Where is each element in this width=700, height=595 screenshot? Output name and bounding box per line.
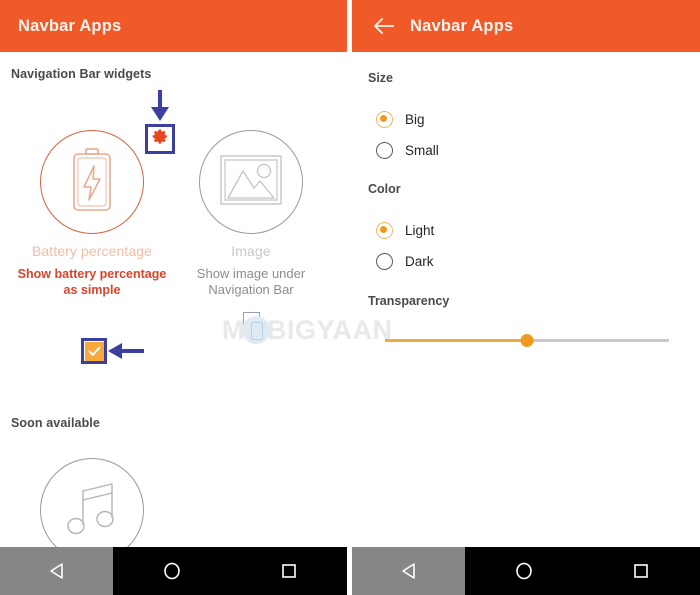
widget-image[interactable]: Image Show image under Navigation Bar [171, 130, 331, 329]
home-nav-button[interactable] [494, 547, 554, 595]
radio-option-big[interactable]: Big [376, 108, 425, 130]
radio-dark-indicator[interactable] [376, 252, 393, 270]
setting-label-transparency: Transparency [368, 294, 450, 308]
section-navigation-bar-widgets: Navigation Bar widgets [11, 67, 152, 81]
transparency-slider[interactable] [385, 333, 669, 347]
setting-label-size: Size [368, 71, 394, 85]
arrow-down-annotation [148, 90, 172, 122]
radio-option-light[interactable]: Light [376, 219, 434, 241]
slider-thumb[interactable] [520, 334, 534, 347]
gear-icon[interactable] [152, 128, 169, 150]
left-phone-panel: Navbar Apps Navigation Bar widgets Batte… [0, 0, 347, 595]
right-system-navbar [352, 547, 700, 595]
left-app-title: Navbar Apps [18, 16, 122, 35]
radio-small-indicator[interactable] [376, 141, 393, 159]
back-arrow-icon[interactable] [372, 14, 396, 38]
section-soon-available: Soon available [11, 416, 100, 430]
home-nav-button[interactable] [142, 547, 202, 595]
image-widget-name: Image [231, 243, 271, 259]
left-system-navbar [0, 547, 347, 595]
right-app-bar: Navbar Apps [352, 0, 700, 52]
radio-dark-label: Dark [405, 253, 434, 269]
radio-light-label: Light [405, 222, 435, 238]
radio-light-indicator[interactable] [376, 221, 393, 239]
radio-option-dark[interactable]: Dark [376, 250, 434, 272]
radio-big-indicator[interactable] [376, 110, 393, 128]
battery-widget-circle [40, 130, 144, 234]
image-checkbox-wrapper [171, 312, 331, 329]
radio-small-label: Small [405, 142, 439, 158]
music-note-icon [63, 477, 121, 544]
back-nav-button[interactable] [379, 547, 439, 595]
left-navbar-grey-segment [0, 547, 113, 595]
right-navbar-black-segment [465, 547, 700, 595]
gear-highlight-box[interactable] [145, 124, 175, 154]
battery-widget-description: Show battery percentage as simple [17, 267, 167, 297]
widget-battery-percentage[interactable]: Battery percentage Show battery percenta… [12, 130, 172, 312]
right-navbar-grey-segment [352, 547, 465, 595]
left-navbar-black-segment [113, 547, 347, 595]
image-widget-description: Show image under Navigation Bar [196, 266, 306, 297]
radio-option-small[interactable]: Small [376, 139, 439, 161]
back-nav-button[interactable] [27, 547, 87, 595]
battery-icon [69, 147, 115, 218]
right-app-title: Navbar Apps [410, 16, 514, 35]
recents-nav-button[interactable] [259, 547, 319, 595]
screenshot-root: Navbar Apps Navigation Bar widgets Batte… [0, 0, 700, 595]
radio-big-label: Big [405, 111, 425, 127]
setting-label-color: Color [368, 182, 401, 196]
checkbox-highlight-box[interactable] [81, 338, 107, 364]
battery-widget-name: Battery percentage [31, 243, 153, 259]
image-checkbox[interactable] [242, 312, 260, 329]
image-widget-circle [199, 130, 303, 234]
image-icon [220, 154, 282, 210]
recents-nav-button[interactable] [611, 547, 671, 595]
battery-checkbox[interactable] [84, 341, 104, 361]
arrow-left-annotation [108, 340, 144, 362]
left-app-bar: Navbar Apps [0, 0, 347, 52]
right-phone-panel: Navbar Apps Size Big Small Color Light D… [352, 0, 700, 595]
slider-fill [385, 338, 527, 342]
